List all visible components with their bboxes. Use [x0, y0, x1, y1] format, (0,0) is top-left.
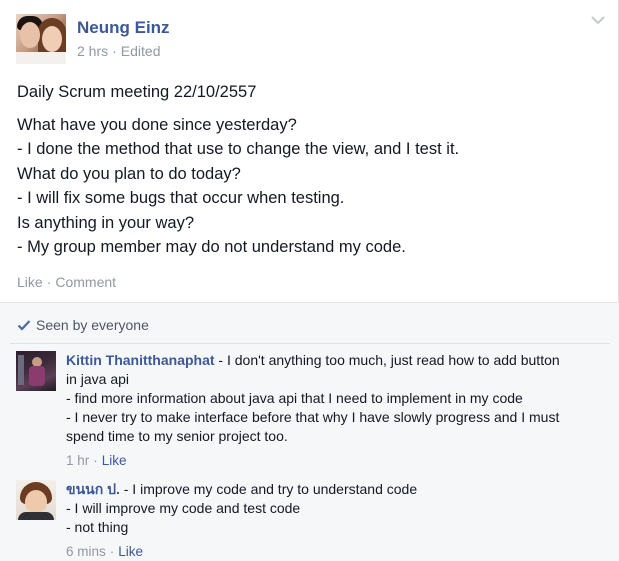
feedback-section: Seen by everyone Kittin Thanitthanaphat … — [0, 303, 619, 561]
edited-label[interactable]: Edited — [121, 43, 161, 59]
separator-dot: · — [46, 274, 52, 290]
chevron-down-icon[interactable] — [591, 15, 605, 25]
comment-text: - I don't anything too much, just read h… — [214, 352, 560, 368]
seen-label: Seen by everyone — [36, 317, 149, 333]
post-actions: Like · Comment — [17, 274, 116, 290]
post-line: Daily Scrum meeting 22/10/2557 — [17, 83, 257, 101]
separator-dot: · — [93, 453, 98, 468]
comment-meta: 1 hr · Like — [66, 451, 606, 470]
post-card: Neung Einz 2 hrs · Edited Daily Scrum meet… — [0, 0, 619, 561]
post-line: Is anything in your way? — [17, 213, 195, 232]
post-body: Daily Scrum meeting 22/10/2557 What have… — [17, 80, 607, 260]
post-line: - My group member may do not understand … — [17, 238, 406, 256]
commenter-avatar[interactable] — [16, 480, 56, 520]
commenter-name[interactable]: ขนนก ป. — [66, 481, 120, 497]
post-line: - I done the method that use to change t… — [17, 140, 460, 158]
commenter-avatar[interactable] — [16, 351, 56, 391]
post-line: - I will fix some bugs that occur when t… — [17, 189, 345, 207]
comment-link[interactable]: Comment — [55, 274, 116, 290]
commenter-name[interactable]: Kittin Thanitthanaphat — [66, 352, 215, 368]
comment-meta: 6 mins · Like — [66, 542, 606, 561]
separator-dot: · — [112, 43, 117, 59]
checkmark-icon — [17, 320, 31, 331]
comment-timestamp[interactable]: 1 hr — [66, 453, 89, 468]
comment-line: in java api — [66, 371, 130, 387]
comment-like-link[interactable]: Like — [118, 544, 143, 559]
post-meta: 2 hrs · Edited — [77, 43, 161, 59]
post-line: What do you plan to do today? — [17, 164, 241, 183]
post-line: What have you done since yesterday? — [17, 115, 297, 134]
post-timestamp[interactable]: 2 hrs — [77, 43, 108, 59]
divider — [10, 343, 610, 344]
author-avatar[interactable] — [16, 14, 66, 64]
comment-line: spend time to my senior project too. — [66, 428, 288, 444]
comment-line: - I will improve my code and test code — [66, 500, 301, 516]
comment-body: Kittin Thanitthanaphat - I don't anythin… — [66, 351, 606, 470]
comment-body: ขนนก ป. - I improve my code and try to u… — [66, 480, 606, 561]
author-name[interactable]: Neung Einz — [77, 18, 170, 38]
comment-timestamp[interactable]: 6 mins — [66, 544, 106, 559]
comment-line: - not thing — [66, 519, 129, 535]
like-link[interactable]: Like — [17, 274, 43, 290]
separator-dot: · — [109, 544, 115, 559]
comment-line: - I never try to make interface before t… — [66, 409, 560, 425]
comment-like-link[interactable]: Like — [102, 453, 127, 468]
seen-indicator: Seen by everyone — [17, 317, 149, 333]
comment-line: - find more information about java api t… — [66, 390, 523, 406]
comment-text: - I improve my code and try to understan… — [119, 481, 418, 497]
